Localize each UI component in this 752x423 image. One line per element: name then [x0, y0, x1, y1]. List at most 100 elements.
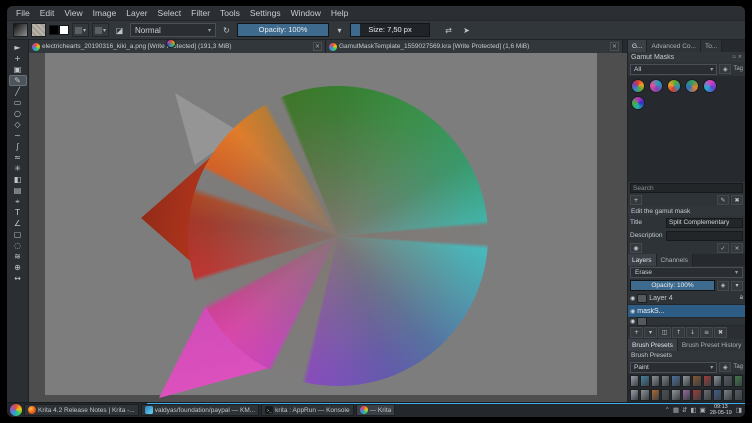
visibility-eye-icon[interactable]: ◉: [630, 295, 635, 302]
close-tab-icon[interactable]: ×: [610, 42, 619, 51]
layer-opacity-slider[interactable]: Opacity: 100%: [630, 280, 715, 291]
search-input[interactable]: [630, 183, 743, 193]
tab-brush-presets[interactable]: Brush Presets: [628, 339, 678, 351]
volume-icon[interactable]: ◧: [691, 406, 697, 414]
duplicate-layer-button[interactable]: ◫: [658, 327, 671, 338]
brush-preset-thumbnail[interactable]: [702, 388, 712, 401]
clock[interactable]: 09:13 28-05-19: [708, 404, 734, 417]
move-layer-up-button[interactable]: ↑: [672, 327, 685, 338]
pan-tool[interactable]: ↔: [9, 273, 27, 284]
document-tab-1[interactable]: electrichearts_20190316_kiki_a.png [Writ…: [29, 40, 326, 53]
brush-preset-thumbnail[interactable]: [712, 375, 723, 387]
reload-preset-button[interactable]: ↻: [219, 23, 234, 37]
menu-layer[interactable]: Layer: [121, 6, 152, 21]
background-color-swatch[interactable]: [59, 25, 69, 35]
brush-preset-thumbnail[interactable]: [630, 388, 640, 401]
add-layer-dropdown[interactable]: ▾: [644, 327, 657, 338]
color-sampler-tool[interactable]: ⌖: [9, 196, 27, 207]
new-mask-button[interactable]: +: [630, 195, 642, 205]
layer-row[interactable]: ◉ Layer 4 a: [628, 292, 745, 305]
brush-preset-thumbnail[interactable]: [671, 375, 681, 387]
brush-preset-thumbnail[interactable]: [661, 388, 671, 401]
freehand-path-tool[interactable]: ≈: [9, 152, 27, 163]
rectangle-tool[interactable]: ▭: [9, 97, 27, 108]
display-icon[interactable]: ▦: [673, 406, 679, 414]
docker-tab-2[interactable]: Advanced Co...: [647, 40, 701, 52]
taskbar-task-2[interactable]: valdyas/foundation/paypal — KM...: [140, 404, 260, 416]
taskbar-task-1[interactable]: Krita 4.2 Release Notes | Krita -...: [24, 404, 139, 416]
tag-icon[interactable]: ◈: [719, 64, 732, 74]
brush-preset-thumbnail[interactable]: [671, 388, 681, 401]
brush-preset-thumbnail[interactable]: [640, 388, 650, 401]
menu-tools[interactable]: Tools: [215, 6, 245, 21]
chevron-up-icon[interactable]: ⌃: [664, 406, 669, 414]
layer-properties-button[interactable]: ≡: [700, 327, 713, 338]
menu-image[interactable]: Image: [88, 6, 122, 21]
bezier-curve-tool[interactable]: ∫: [9, 141, 27, 152]
brush-preset-thumbnail[interactable]: [650, 388, 661, 401]
network-icon[interactable]: ⇵: [682, 406, 687, 414]
freehand-select-tool[interactable]: ≋: [9, 251, 27, 262]
brush-preset-thumbnail[interactable]: [692, 388, 702, 401]
brush-preset-filter-combo[interactable]: Paint ▾: [630, 361, 718, 373]
mask-title-input[interactable]: [666, 217, 743, 228]
gamut-mask-list[interactable]: [628, 76, 745, 182]
line-tool[interactable]: ╱: [9, 86, 27, 97]
visibility-eye-icon[interactable]: ◉: [630, 308, 635, 315]
pattern-chooser-button[interactable]: [31, 23, 46, 37]
close-tab-icon[interactable]: ×: [313, 42, 322, 51]
tab-brush-preset-history[interactable]: Brush Preset History: [677, 339, 745, 351]
docker-tab-3[interactable]: To...: [700, 40, 723, 52]
brush-option-dropdown-1[interactable]: ▾: [72, 23, 90, 37]
move-tool[interactable]: +: [9, 53, 27, 64]
mask-description-input[interactable]: [666, 230, 743, 241]
foreground-background-colors[interactable]: [49, 25, 69, 35]
text-tool[interactable]: T: [9, 207, 27, 218]
eraser-mode-button[interactable]: ◪: [112, 23, 127, 37]
menu-help[interactable]: Help: [326, 6, 353, 21]
cancel-mask-button[interactable]: ×: [731, 243, 743, 253]
document-tab-2[interactable]: GamutMaskTemplate_1559027569.kra [Write …: [326, 40, 623, 53]
canvas[interactable]: [29, 53, 627, 402]
gamut-mask-thumbnail[interactable]: [685, 79, 699, 93]
preview-mask-button[interactable]: ◉: [630, 243, 642, 253]
float-docker-icon[interactable]: ▫: [732, 54, 735, 60]
brush-preset-thumbnail[interactable]: [723, 388, 733, 401]
panel-toggle-icon[interactable]: ◨: [736, 406, 742, 414]
blending-mode-combo[interactable]: Normal ▾: [130, 23, 217, 37]
flow-arrow-button[interactable]: ➤: [459, 23, 474, 37]
freehand-brush-tool[interactable]: ✎: [8, 75, 27, 86]
layer-blending-mode-combo[interactable]: Erase ▾: [630, 267, 743, 278]
gamut-mask-filter-combo[interactable]: All ▾: [630, 63, 718, 75]
menu-settings[interactable]: Settings: [245, 6, 286, 21]
zoom-tool[interactable]: ⊕: [9, 262, 27, 273]
add-layer-button[interactable]: +: [630, 327, 643, 338]
delete-layer-button[interactable]: ✖: [714, 327, 727, 338]
polygon-tool[interactable]: ◇: [9, 119, 27, 130]
menu-window[interactable]: Window: [286, 6, 326, 21]
gamut-mask-thumbnail[interactable]: [631, 96, 645, 110]
layer-view-mode-icon[interactable]: ▾: [731, 280, 743, 291]
gamut-mask-thumbnail[interactable]: [649, 79, 663, 93]
fill-tool[interactable]: ◧: [9, 174, 27, 185]
polyline-tool[interactable]: ~: [9, 130, 27, 141]
gamut-mask-thumbnail[interactable]: [703, 79, 717, 93]
edit-mask-button[interactable]: ✎: [717, 195, 729, 205]
brush-preset-thumbnail[interactable]: [640, 375, 650, 387]
elliptical-select-tool[interactable]: ◌: [9, 240, 27, 251]
gradient-chooser-button[interactable]: [13, 23, 28, 37]
size-slider[interactable]: Size: 7,50 px: [350, 23, 431, 37]
multibrush-tool[interactable]: ✳: [9, 163, 27, 174]
ellipse-tool[interactable]: ○: [9, 108, 27, 119]
gradient-tool[interactable]: ▤: [9, 185, 27, 196]
gamut-mask-thumbnail[interactable]: [631, 79, 645, 93]
brush-preset-thumbnail[interactable]: [712, 388, 723, 401]
delete-mask-button[interactable]: ✖: [731, 195, 743, 205]
foreground-color-swatch[interactable]: [49, 25, 59, 35]
menu-file[interactable]: File: [11, 6, 35, 21]
crop-tool[interactable]: ▣: [9, 64, 27, 75]
tag-icon[interactable]: ◈: [719, 362, 732, 372]
tab-layers[interactable]: Layers: [628, 254, 657, 266]
brush-preset-thumbnail[interactable]: [733, 388, 743, 401]
mirror-button[interactable]: ⇄: [441, 23, 456, 37]
